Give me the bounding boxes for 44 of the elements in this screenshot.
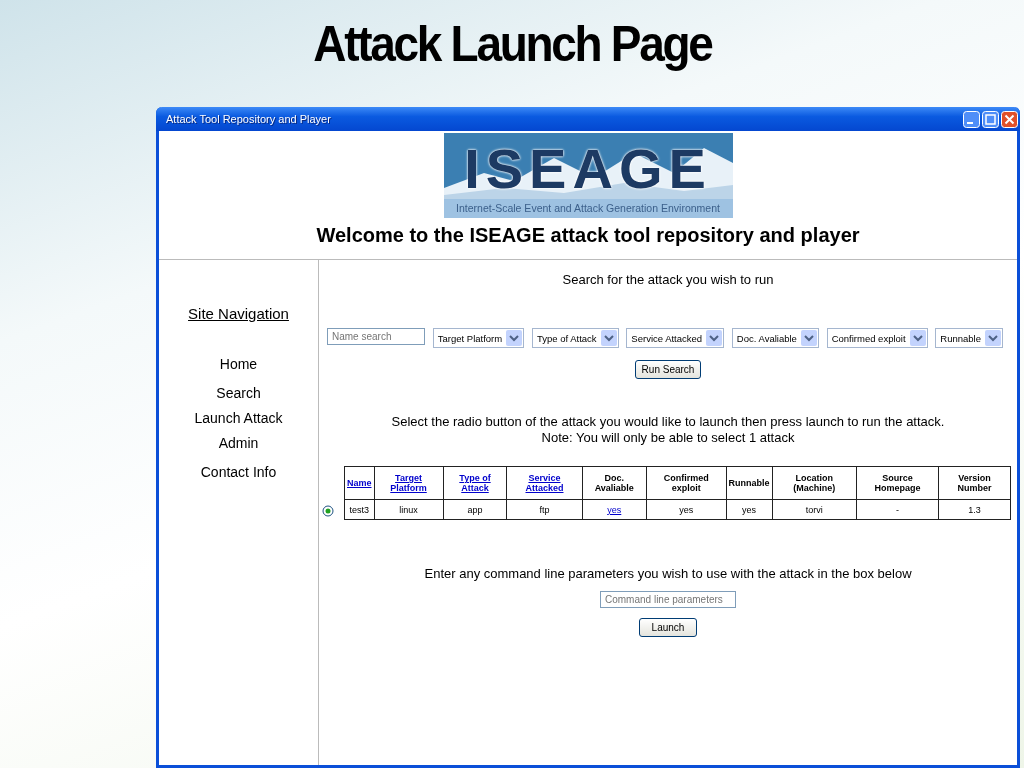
table-cell: torvi [772,499,857,520]
nav-heading: Site Navigation [188,305,289,322]
nav-link[interactable]: Admin [218,435,259,451]
filter-dropdown[interactable]: Target Platform [432,328,525,348]
column-header: Location (Machine) [772,466,857,500]
table-cell: 1.3 [938,499,1011,520]
table-link[interactable]: yes [607,504,622,515]
filter-dropdown[interactable]: Doc. Avaliable [731,328,819,348]
maximize-button[interactable] [982,110,999,128]
radio-button[interactable] [322,505,334,517]
run-search-button[interactable]: Run Search [634,360,702,379]
welcome-heading: Welcome to the ISEAGE attack tool repository and player [316,224,860,247]
launch-prompt: Enter any command line parameters you wish to use with the attack in the box below [424,566,912,581]
close-button[interactable] [1001,110,1018,128]
launch-button[interactable]: Launch [638,618,698,637]
column-header: Runnable [726,466,773,500]
nav-link[interactable]: Contact Info [200,464,277,480]
instruction-text: Select the radio button of the attack you would like to launch then press launch to run the attack. [391,414,945,430]
nav-link[interactable]: Launch Attack [194,410,283,426]
command-line-field[interactable]: Command line parameters [600,591,736,608]
table-cell: yes [726,499,773,520]
column-header: Source Homepage [856,466,939,500]
name-search-field[interactable]: Name search [327,328,425,345]
table-cell: linux [374,499,444,520]
column-header: Confirmed exploit [646,466,727,500]
nav-link[interactable]: Search [216,385,261,401]
instruction-text: Note: You will only be able to select 1 attack [540,430,796,446]
filter-dropdown[interactable]: Type of Attack [531,328,619,348]
column-header: Version Number [938,466,1011,500]
column-header: Doc. Avaliable [582,466,647,500]
table-cell: - [856,499,939,520]
filter-dropdown[interactable]: Runnable [935,328,1003,348]
nav-link[interactable]: Home [219,356,258,372]
table-cell: test3 [344,499,374,520]
minimize-button[interactable] [963,110,980,128]
window-title: Attack Tool Repository and Player [166,113,331,125]
slide-title: Attack Launch Page [312,15,712,74]
logo-subtitle: Internet-Scale Event and Attack Generation Environment [456,202,720,214]
table-cell: ftp [506,499,583,520]
search-heading: Search for the attack you wish to run [562,272,774,287]
filter-dropdown[interactable]: Service Attacked [626,328,725,348]
table-cell: yes [646,499,727,520]
filter-dropdown[interactable]: Confirmed exploit [826,328,928,348]
table-cell: app [443,499,507,520]
